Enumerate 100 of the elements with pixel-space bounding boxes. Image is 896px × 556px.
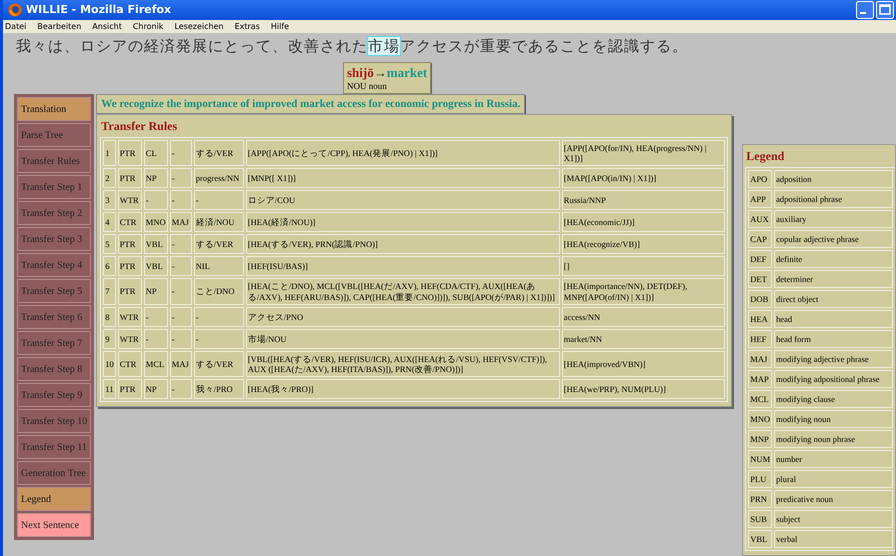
sidebar-button[interactable]: Transfer Step 9 [17,383,92,407]
table-cell: - [170,256,192,276]
table-cell: modifying adpositional phrase [774,370,894,388]
table-cell: copular adjective phrase [774,230,894,248]
table-cell: predicative noun [774,490,894,508]
table-cell: NUM [748,450,772,468]
table-cell: HEA [748,310,772,328]
table-cell: - [170,328,192,349]
table-cell: AUX [748,210,772,228]
table-cell: [HEA(経済/NOU)] [246,212,560,232]
table-cell: 8 [103,306,116,327]
table-cell: MNO [748,410,772,428]
table-cell: adpositional phrase [774,190,894,208]
table-cell: - [170,278,192,305]
table-cell: VBL [748,530,772,548]
sidebar-button[interactable]: Transfer Step 8 [17,357,92,381]
sidebar-button[interactable]: Transfer Step 7 [17,331,92,355]
table-cell: - [194,190,244,210]
table-cell: PTR [118,234,142,254]
table-cell: [HEA(する/VER), PRN(認識/PNO)] [246,234,560,254]
table-cell: [APP([APO(for/IN), HEA(progress/NN) | X1])] [562,140,726,166]
sentence-text: アクセスが重要であることを認識する。 [400,37,688,55]
arrow-text: → [374,65,387,80]
panel-title: Legend [745,148,786,165]
table-cell: こと/DNO [194,278,244,305]
table-cell: 11 [103,379,116,400]
sidebar-button[interactable]: Transfer Step 4 [17,253,92,277]
sidebar-button[interactable]: Legend [17,487,92,511]
table-cell: head [774,310,894,328]
table-cell: DOB [748,290,772,308]
table-cell: [HEA(we/PRP), NUM(PLU)] [562,379,726,400]
table-cell: number [774,450,894,468]
sidebar-button[interactable]: Translation [17,97,92,121]
table-cell: PTR [118,140,142,166]
table-cell: NP [144,379,168,400]
translation-word: market [386,65,428,80]
table-cell: [HEA(我々/PRO)] [246,379,560,400]
table-cell: 我々/PRO [194,379,244,400]
table-cell: head form [774,330,894,348]
reading-text: shijō [347,65,374,80]
sidebar-button[interactable]: Transfer Step 6 [17,305,92,329]
sidebar-button[interactable]: Transfer Step 3 [17,227,92,251]
table-cell: - [170,140,192,166]
table-cell: - [144,190,168,210]
menu-item[interactable]: Lesezeichen [174,22,224,31]
sidebar-button[interactable]: Transfer Step 5 [17,279,92,303]
table-cell: MAP [748,370,772,388]
table-cell: market/NN [562,328,726,349]
table-cell: CL [144,140,168,166]
table-cell: subject [774,510,894,528]
table-cell: determiner [774,270,894,288]
maximize-icon[interactable] [876,0,894,19]
table-cell: modifying noun [774,410,894,428]
sidebar-button[interactable]: Transfer Step 11 [17,435,92,459]
table-cell: HEF [748,330,772,348]
table-cell: ロシア/COU [246,190,560,210]
table-cell: MCL [144,350,168,378]
table-cell: - [144,328,168,349]
table-cell: - [170,190,192,210]
menu-item[interactable]: Extras [234,22,260,31]
table-cell: PTR [118,168,142,188]
sidebar-button[interactable]: Parse Tree [17,123,92,147]
table-cell: NIL [194,256,244,276]
table-cell: direct object [774,290,894,308]
table-cell: NP [144,168,168,188]
menu-item[interactable]: Hilfe [270,22,290,31]
table-cell: PLU [748,470,772,488]
table-cell: [HEA(importance/NN), DET(DEF), MNP([APO(of/IN) | X1])] [562,278,726,305]
sidebar-button[interactable]: Transfer Step 10 [17,409,92,433]
table-cell: verbal [774,530,894,548]
table-cell: MNO [144,212,168,232]
table-cell: 4 [103,212,116,232]
table-cell: [] [562,256,726,276]
table-cell: MAJ [170,350,192,378]
sidebar-button[interactable]: Transfer Step 2 [17,201,92,225]
sidebar-button[interactable]: Transfer Step 1 [17,175,92,199]
table-cell: MNP [748,430,772,448]
sidebar-button[interactable]: Transfer Rules [17,149,92,173]
menu-item[interactable]: Ansicht [92,22,122,31]
table-cell: [MNP([ X1])] [246,168,560,188]
table-cell: modifying adjective phrase [774,350,894,368]
table-cell: 3 [103,190,116,210]
table-cell: - [170,168,192,188]
table-cell: 6 [103,256,116,276]
table-cell: 9 [103,328,116,349]
table-cell: - [170,379,192,400]
menu-item[interactable]: Datei [5,22,26,31]
table-cell: [HEA(recognize/VB)] [562,234,726,254]
panel-title: Transfer Rules [100,118,178,135]
minimize-icon[interactable] [856,0,874,19]
menu-item[interactable]: Bearbeiten [37,22,82,31]
table-cell: [MAP([APO(in/IN) | X1])] [562,168,726,188]
table-cell: 2 [103,168,116,188]
table-cell: - [194,306,244,327]
sidebar-button[interactable]: Next Sentence [17,513,92,537]
menu-item[interactable]: Chronik [132,22,164,31]
table-cell: MCL [748,390,772,408]
table-cell: する/VER [194,140,244,166]
table-cell: [APP([APO(にとって/CPP), HEA(発展/PNO) | X1])] [246,140,560,166]
sidebar-button[interactable]: Generation Tree [17,461,92,485]
